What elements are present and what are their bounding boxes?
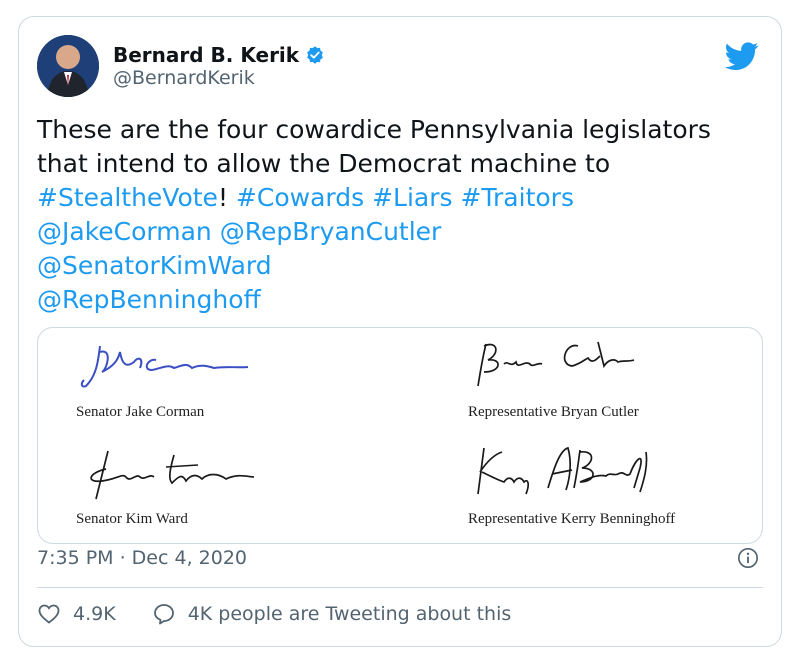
divider <box>37 587 763 588</box>
speech-bubble-icon <box>153 604 174 625</box>
tweet-card: Bernard B. Kerik @BernardKerik These are… <box>18 16 782 647</box>
mention-senatorkimward[interactable]: @SenatorKimWard <box>37 251 272 280</box>
heart-icon <box>38 604 60 624</box>
author-name-text: Bernard B. Kerik <box>113 43 300 67</box>
tweet-timestamp[interactable]: 7:35 PM · Dec 4, 2020 <box>37 547 247 569</box>
tweeting-about-link[interactable]: 4K people are Tweeting about this <box>152 602 512 626</box>
mention-repbenninghoff[interactable]: @RepBenninghoff <box>37 285 261 314</box>
verified-badge-icon <box>307 46 323 64</box>
like-button[interactable]: 4.9K <box>37 602 116 626</box>
caption-bryan-cutler: Representative Bryan Cutler <box>468 404 639 420</box>
hashtag-stealthevote[interactable]: #StealtheVote <box>37 183 218 212</box>
author-name[interactable]: Bernard B. Kerik <box>113 43 325 67</box>
avatar[interactable] <box>37 35 99 97</box>
tweet-line-3: #StealtheVote! #Cowards #Liars #Traitors <box>37 181 767 215</box>
mention-jakecorman[interactable]: @JakeCorman <box>37 217 212 246</box>
signature-bryan-cutler <box>477 341 635 387</box>
exclamation: ! <box>217 183 228 212</box>
signature-kerry-benninghoff <box>477 446 648 495</box>
tweet-line-2: that intend to allow the Democrat machin… <box>37 149 611 178</box>
info-icon[interactable] <box>737 547 759 569</box>
avatar-image <box>37 35 99 97</box>
tweet-text: These are the four cowardice Pennsylvani… <box>37 113 767 317</box>
tweet-media-image[interactable]: Senator Jake Corman Representative Bryan… <box>37 327 763 544</box>
caption-jake-corman: Senator Jake Corman <box>76 404 205 420</box>
author-handle[interactable]: @BernardKerik <box>113 67 255 89</box>
signature-jake-corman <box>80 345 249 388</box>
hashtag-liars[interactable]: #Liars <box>372 183 452 212</box>
like-count: 4.9K <box>73 603 116 625</box>
tweet-actions: 4.9K 4K people are Tweeting about this <box>37 602 547 626</box>
hashtag-traitors[interactable]: #Traitors <box>460 183 574 212</box>
tweet-line-6: @RepBenninghoff <box>37 283 767 317</box>
twitter-bird-icon[interactable] <box>725 39 759 73</box>
tweeting-about-text: 4K people are Tweeting about this <box>187 603 512 625</box>
tweet-line-4: @JakeCorman @RepBryanCutler <box>37 215 767 249</box>
caption-kerry-benninghoff: Representative Kerry Benninghoff <box>468 511 676 527</box>
hashtag-cowards[interactable]: #Cowards <box>236 183 364 212</box>
caption-kim-ward: Senator Kim Ward <box>76 511 188 527</box>
tweet-line-1: These are the four cowardice Pennsylvani… <box>37 115 711 144</box>
mention-repbryancutler[interactable]: @RepBryanCutler <box>220 217 442 246</box>
tweet-line-5: @SenatorKimWard <box>37 249 767 283</box>
signature-kim-ward <box>90 450 255 500</box>
